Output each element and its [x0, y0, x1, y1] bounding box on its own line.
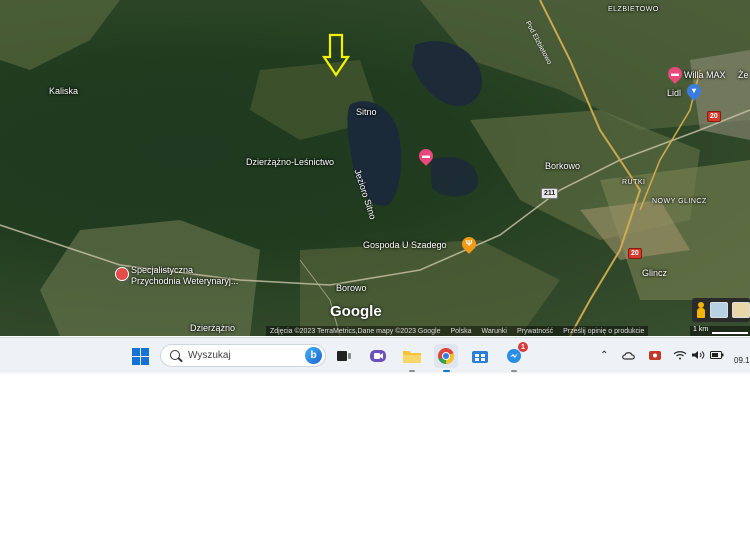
chrome-icon — [438, 348, 455, 365]
attribution-country[interactable]: Polska — [451, 328, 472, 335]
poi-label-willa-max[interactable]: Willa MAX — [684, 70, 726, 80]
poi-label-przychodnia-line1[interactable]: Specjalistyczna — [131, 265, 193, 275]
clock[interactable]: 09.1 — [734, 356, 750, 365]
folder-icon — [403, 351, 421, 363]
task-view-button[interactable] — [333, 345, 355, 367]
road-shield-211: 211 — [541, 188, 559, 199]
place-label-glincz: Glincz — [642, 268, 668, 278]
place-label-kaliska: Kaliska — [49, 86, 79, 96]
video-chat-icon — [370, 350, 386, 362]
cloud-icon[interactable] — [622, 351, 636, 360]
map-view[interactable]: Kaliska Sitno Dzierżążno-Leśnictwo Borko… — [0, 0, 750, 336]
google-logo: Google — [330, 303, 382, 320]
map-controls — [692, 298, 750, 322]
satellite-imagery — [0, 0, 750, 336]
notification-badge: 1 — [518, 342, 528, 352]
place-label-sitno: Sitno — [356, 107, 377, 117]
search-placeholder: Wyszukaj — [188, 350, 231, 361]
layer-toggle-terrain[interactable] — [732, 302, 750, 318]
start-button[interactable] — [129, 345, 151, 367]
place-label-ze: Że — [738, 70, 749, 80]
road-shield-20: 20 — [628, 248, 642, 259]
pegman-icon[interactable] — [696, 302, 706, 318]
place-label-nowy-glincz: NOWY GLINCZ — [652, 198, 707, 205]
running-indicator — [511, 370, 517, 372]
search-icon — [170, 350, 180, 360]
chevron-up-icon[interactable]: ⌃ — [600, 350, 608, 361]
wifi-icon[interactable] — [673, 350, 687, 360]
poi-label-gospoda[interactable]: Gospoda U Szadego — [363, 240, 447, 250]
attribution-imagery: Zdjęcia ©2023 TerraMetrics,Dane mapy ©20… — [270, 327, 441, 335]
taskbar: Wyszukaj b 1 ⌃ 09.1 — [0, 337, 750, 373]
file-explorer-button[interactable] — [401, 345, 423, 372]
place-label-borowo: Borowo — [336, 283, 367, 293]
medical-pin-icon[interactable] — [115, 267, 129, 281]
attribution-bar: Zdjęcia ©2023 TerraMetrics,Dane mapy ©20… — [266, 326, 649, 336]
privacy-link[interactable]: Prywatność — [517, 328, 553, 335]
place-label-rutki: RUTKI — [622, 179, 646, 186]
terms-link[interactable]: Warunki — [482, 328, 507, 335]
task-view-icon — [337, 351, 351, 361]
app-tray-icon[interactable] — [648, 349, 662, 361]
battery-icon[interactable] — [710, 351, 724, 359]
windows-icon — [131, 347, 149, 365]
meet-app-button[interactable] — [367, 345, 389, 367]
active-indicator — [443, 370, 450, 372]
place-label-elzbietowo: ELZBIETOWO — [608, 6, 659, 13]
road-shield-20: 20 — [707, 111, 721, 122]
place-label-dzierzazno: Dzierżążno — [190, 323, 236, 333]
store-icon — [472, 351, 488, 363]
messenger-button[interactable]: 1 — [503, 342, 528, 372]
layer-toggle-map[interactable] — [710, 302, 728, 318]
scale-bar[interactable]: 1 km — [690, 326, 750, 336]
place-label-dzierzazno-lesnictwo: Dzierżążno-Leśnictwo — [246, 157, 335, 167]
place-label-borkowo: Borkowo — [545, 161, 581, 171]
chrome-button[interactable] — [434, 344, 458, 372]
arrow-down-marker-icon — [322, 33, 350, 77]
bing-icon[interactable]: b — [305, 347, 322, 364]
poi-label-lidl[interactable]: Lidl — [667, 88, 681, 98]
volume-icon[interactable] — [691, 350, 705, 360]
poi-label-przychodnia-line2[interactable]: Przychodnia Weterynaryj... — [131, 276, 238, 286]
store-button[interactable] — [469, 345, 491, 367]
running-indicator — [409, 370, 415, 372]
search-box[interactable]: Wyszukaj b — [160, 344, 326, 367]
feedback-link[interactable]: Prześlij opinię o produkcie — [563, 328, 644, 335]
